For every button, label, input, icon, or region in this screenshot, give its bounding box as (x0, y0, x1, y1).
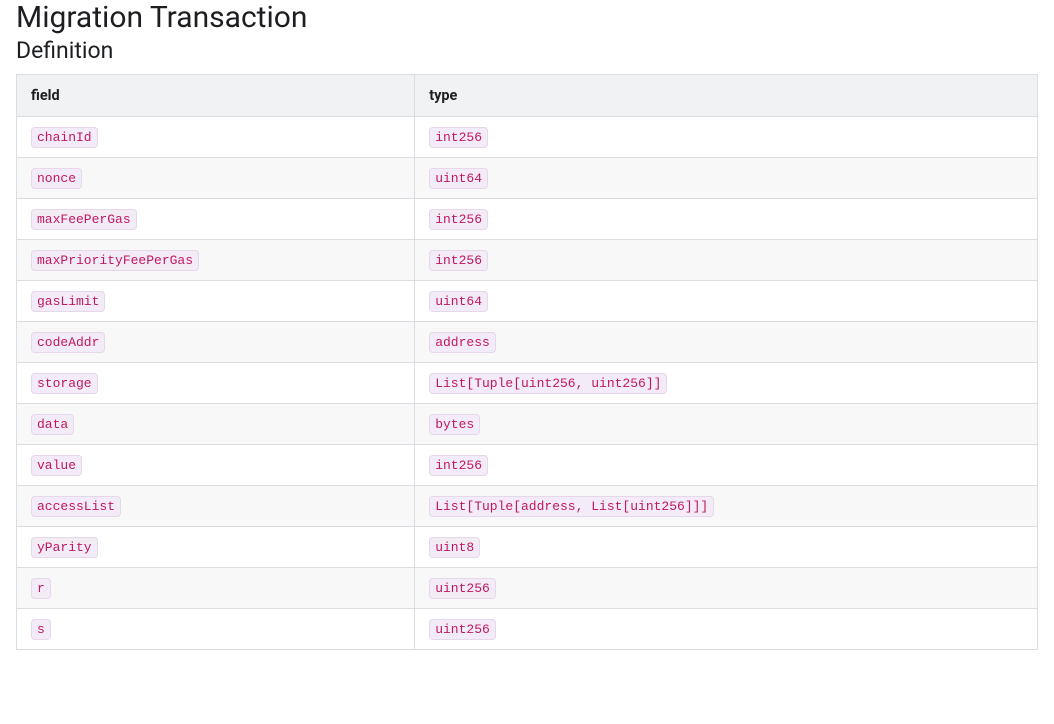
field-cell: r (17, 568, 415, 609)
type-code: address (429, 332, 496, 353)
table-row: data bytes (17, 404, 1038, 445)
table-header-field: field (17, 75, 415, 117)
table-row: gasLimit uint64 (17, 281, 1038, 322)
type-code: int256 (429, 127, 488, 148)
table-row: r uint256 (17, 568, 1038, 609)
field-cell: codeAddr (17, 322, 415, 363)
field-code: gasLimit (31, 291, 105, 312)
table-row: maxFeePerGas int256 (17, 199, 1038, 240)
field-code: r (31, 578, 51, 599)
table-header-type: type (415, 75, 1038, 117)
type-cell: int256 (415, 199, 1038, 240)
field-cell: nonce (17, 158, 415, 199)
type-cell: uint64 (415, 158, 1038, 199)
type-cell: List[Tuple[address, List[uint256]]] (415, 486, 1038, 527)
table-row: nonce uint64 (17, 158, 1038, 199)
table-row: chainId int256 (17, 117, 1038, 158)
type-code: List[Tuple[uint256, uint256]] (429, 373, 667, 394)
definition-table: field type chainId int256 nonce uint64 m… (16, 74, 1038, 650)
type-cell: List[Tuple[uint256, uint256]] (415, 363, 1038, 404)
table-header-row: field type (17, 75, 1038, 117)
type-code: uint8 (429, 537, 480, 558)
table-row: codeAddr address (17, 322, 1038, 363)
table-row: value int256 (17, 445, 1038, 486)
type-cell: bytes (415, 404, 1038, 445)
type-code: List[Tuple[address, List[uint256]]] (429, 496, 714, 517)
type-code: int256 (429, 209, 488, 230)
type-code: uint64 (429, 168, 488, 189)
field-cell: maxPriorityFeePerGas (17, 240, 415, 281)
type-cell: int256 (415, 445, 1038, 486)
field-cell: maxFeePerGas (17, 199, 415, 240)
type-cell: address (415, 322, 1038, 363)
type-code: uint256 (429, 578, 496, 599)
type-code: bytes (429, 414, 480, 435)
type-code: int256 (429, 455, 488, 476)
field-code: accessList (31, 496, 121, 517)
type-cell: uint64 (415, 281, 1038, 322)
field-cell: data (17, 404, 415, 445)
field-cell: accessList (17, 486, 415, 527)
field-code: nonce (31, 168, 82, 189)
type-cell: int256 (415, 240, 1038, 281)
field-code: s (31, 619, 51, 640)
section-heading: Definition (16, 37, 1038, 64)
field-code: maxPriorityFeePerGas (31, 250, 199, 271)
field-cell: gasLimit (17, 281, 415, 322)
table-row: maxPriorityFeePerGas int256 (17, 240, 1038, 281)
field-code: storage (31, 373, 98, 394)
field-cell: yParity (17, 527, 415, 568)
type-code: int256 (429, 250, 488, 271)
field-code: yParity (31, 537, 98, 558)
field-code: data (31, 414, 74, 435)
field-cell: storage (17, 363, 415, 404)
field-code: value (31, 455, 82, 476)
page-title: Migration Transaction (16, 0, 1038, 35)
table-row: yParity uint8 (17, 527, 1038, 568)
field-code: maxFeePerGas (31, 209, 137, 230)
type-cell: uint8 (415, 527, 1038, 568)
table-row: s uint256 (17, 609, 1038, 650)
field-cell: s (17, 609, 415, 650)
field-code: chainId (31, 127, 98, 148)
field-cell: chainId (17, 117, 415, 158)
type-cell: uint256 (415, 568, 1038, 609)
type-cell: int256 (415, 117, 1038, 158)
field-code: codeAddr (31, 332, 105, 353)
type-code: uint256 (429, 619, 496, 640)
type-cell: uint256 (415, 609, 1038, 650)
table-row: storage List[Tuple[uint256, uint256]] (17, 363, 1038, 404)
table-row: accessList List[Tuple[address, List[uint… (17, 486, 1038, 527)
field-cell: value (17, 445, 415, 486)
type-code: uint64 (429, 291, 488, 312)
